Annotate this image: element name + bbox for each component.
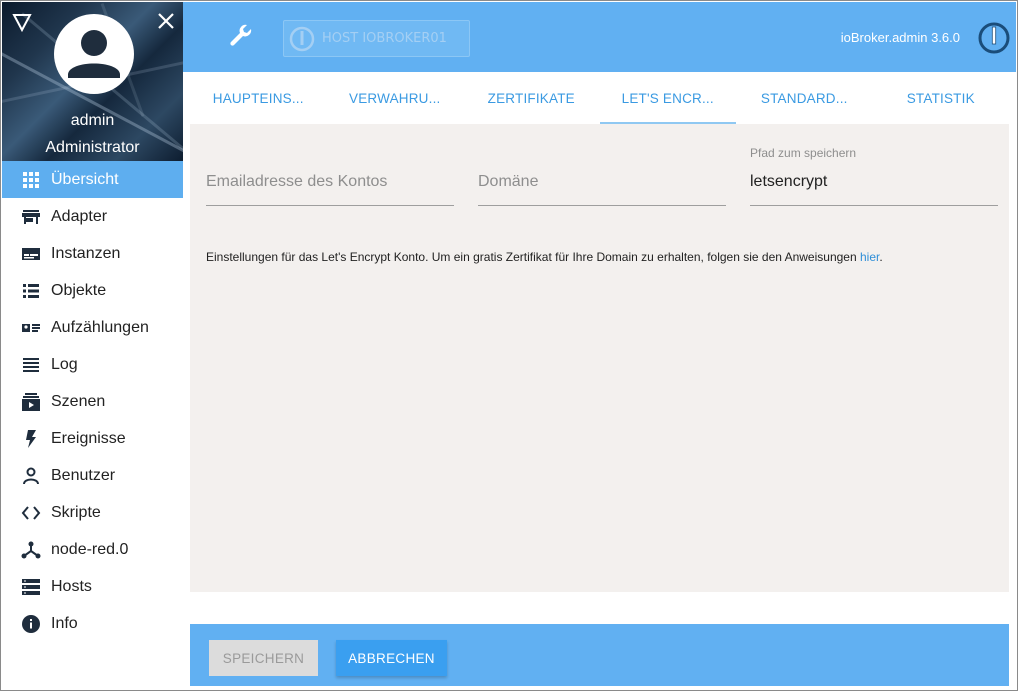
iobroker-logo-icon[interactable] (978, 22, 1010, 54)
avatar (54, 14, 134, 94)
top-bar: HOST IOBROKER01 ioBroker.admin 3.6.0 (183, 2, 1016, 72)
sidebar-item-label: Aufzählungen (51, 318, 149, 336)
sidebar-item-label: node-red.0 (51, 540, 129, 558)
tab-lets-encrypt[interactable]: LET'S ENCR... (599, 72, 737, 124)
path-field-label: Pfad zum speichern (750, 146, 857, 160)
scenes-icon (21, 392, 41, 412)
sidebar-item-label: Ereignisse (51, 429, 126, 447)
tab-statistik[interactable]: STATISTIK (873, 72, 1010, 124)
footer-bar: SPEICHERN ABBRECHEN (190, 624, 1009, 686)
sidebar-item-szenen[interactable]: Szenen (2, 383, 183, 420)
version-label: ioBroker.admin 3.6.0 (840, 30, 960, 45)
sidebar-item-adapter[interactable]: Adapter (2, 198, 183, 235)
domain-field[interactable] (478, 170, 726, 194)
sidebar-item-benutzer[interactable]: Benutzer (2, 457, 183, 494)
sidebar-item-label: Hosts (51, 577, 92, 595)
domain-field-container (478, 146, 726, 206)
save-button[interactable]: SPEICHERN (209, 640, 318, 676)
sidebar: admin Administrator Übersicht Adapter In… (2, 2, 183, 688)
settings-tabs: HAUPTEINS... VERWAHRU... ZERTIFIKATE LET… (190, 72, 1009, 124)
sidebar-item-node-red[interactable]: node-red.0 (2, 531, 183, 568)
sidebar-item-hosts[interactable]: Hosts (2, 568, 183, 605)
apps-grid-icon (21, 170, 41, 190)
info-description: Einstellungen für das Let's Encrypt Kont… (206, 250, 860, 264)
sidebar-header: admin Administrator (2, 2, 183, 161)
path-field-container: Pfad zum speichern (750, 146, 998, 206)
host-power-icon (288, 25, 316, 53)
tab-verwahrung[interactable]: VERWAHRU... (327, 72, 464, 124)
sidebar-item-label: Skripte (51, 503, 101, 521)
account-icon (68, 30, 120, 78)
instructions-link[interactable]: hier (860, 250, 879, 264)
sidebar-item-skripte[interactable]: Skripte (2, 494, 183, 531)
close-icon[interactable] (157, 12, 175, 30)
tab-standard[interactable]: STANDARD... (736, 72, 873, 124)
host-label: HOST IOBROKER01 (322, 31, 447, 46)
sidebar-item-label: Benutzer (51, 466, 116, 484)
instances-icon (21, 244, 41, 264)
path-field[interactable] (750, 170, 998, 194)
email-field[interactable] (206, 170, 454, 194)
user-icon (21, 466, 41, 486)
sidebar-item-label: Szenen (51, 392, 106, 410)
info-suffix: . (879, 250, 883, 264)
tab-haupteinstellungen[interactable]: HAUPTEINS... (190, 72, 327, 124)
code-icon (21, 503, 41, 523)
wrench-icon[interactable] (229, 24, 255, 50)
sidebar-item-objekte[interactable]: Objekte (2, 272, 183, 309)
sidebar-item-uebersicht[interactable]: Übersicht (2, 161, 183, 198)
email-field-container (206, 146, 454, 206)
sidebar-item-aufzaehlungen[interactable]: Aufzählungen (2, 309, 183, 346)
user-name: admin (70, 112, 115, 129)
content-panel: Pfad zum speichern Einstellungen für das… (190, 124, 1009, 592)
info-icon (21, 614, 41, 634)
flash-icon (21, 429, 41, 449)
sidebar-nav: Übersicht Adapter Instanzen Objekte Aufz… (2, 161, 183, 642)
sidebar-item-log[interactable]: Log (2, 346, 183, 383)
cancel-button[interactable]: ABBRECHEN (336, 640, 447, 676)
content-bottom-strip (190, 592, 1009, 624)
sidebar-item-label: Info (51, 614, 78, 632)
info-text: Einstellungen für das Let's Encrypt Kont… (206, 250, 883, 264)
list-icon (21, 281, 41, 301)
menu-toggle-icon[interactable] (12, 12, 32, 33)
node-red-icon (21, 540, 41, 560)
sidebar-item-label: Instanzen (51, 244, 121, 262)
store-icon (21, 207, 41, 227)
tab-zertifikate[interactable]: ZERTIFIKATE (463, 72, 600, 124)
sidebar-item-instanzen[interactable]: Instanzen (2, 235, 183, 272)
user-role: Administrator (45, 139, 140, 156)
sidebar-item-info[interactable]: Info (2, 605, 183, 642)
enum-icon (21, 318, 41, 338)
sidebar-item-label: Log (51, 355, 78, 373)
sidebar-item-ereignisse[interactable]: Ereignisse (2, 420, 183, 457)
hosts-icon (21, 577, 41, 597)
log-lines-icon (21, 355, 41, 375)
host-selector-button[interactable]: HOST IOBROKER01 (283, 20, 470, 57)
sidebar-item-label: Objekte (51, 281, 107, 299)
sidebar-item-label: Adapter (51, 207, 108, 225)
sidebar-item-label: Übersicht (51, 170, 119, 188)
